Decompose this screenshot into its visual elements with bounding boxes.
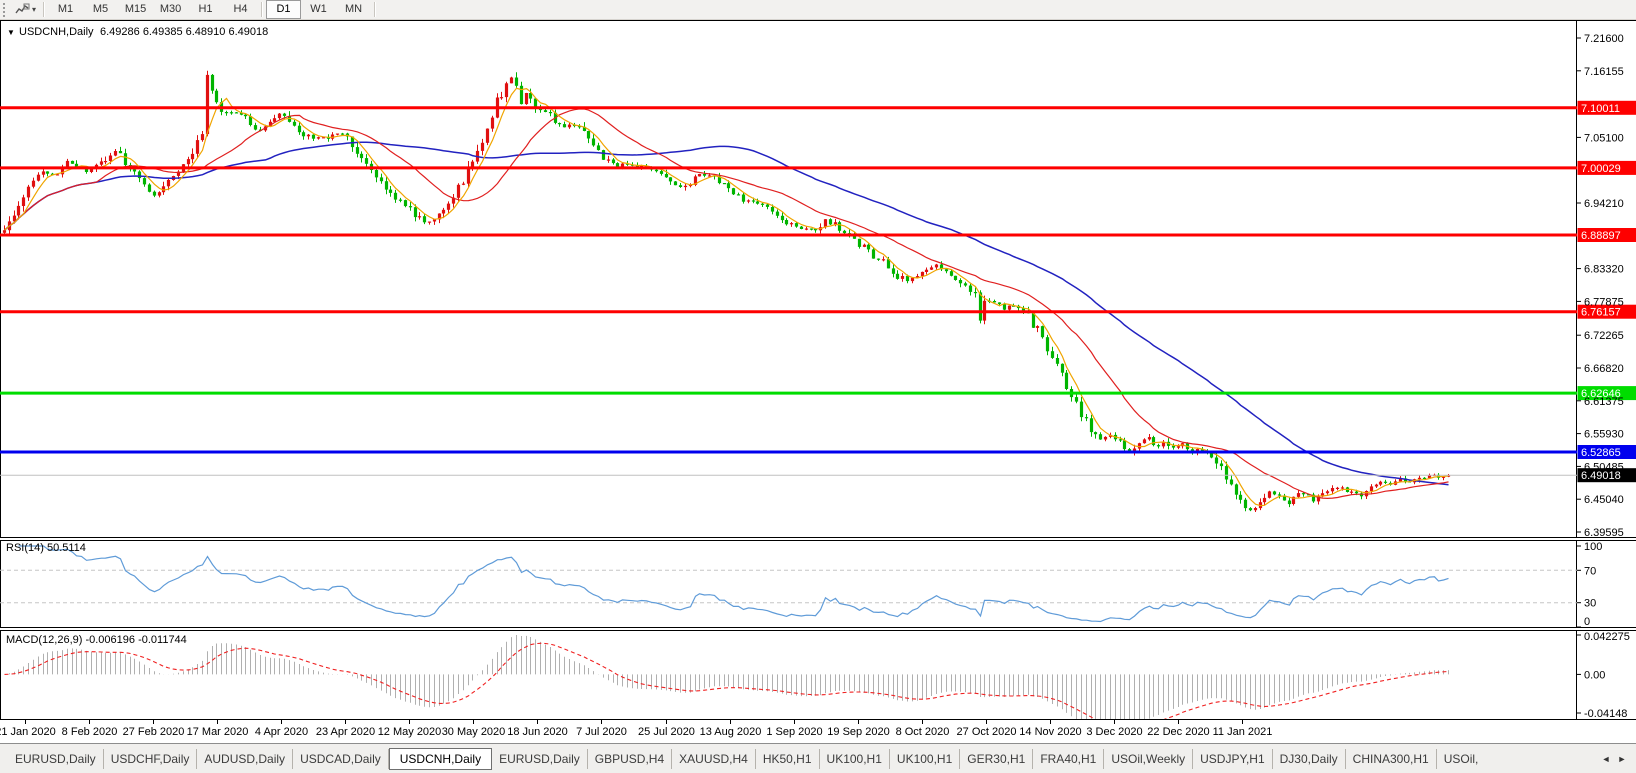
chart-ohlc-values: 6.49286 6.49385 6.48910 6.49018 bbox=[100, 26, 268, 38]
moving-averages-layer bbox=[4, 87, 1449, 507]
tab-dj30-daily[interactable]: DJ30,Daily bbox=[1273, 749, 1346, 769]
tab-usoil-weekly[interactable]: USOil,Weekly bbox=[1104, 749, 1194, 769]
tab-scroll-left-icon[interactable]: ◄ bbox=[1598, 754, 1614, 764]
price-tick-label: 7.05100 bbox=[1584, 132, 1624, 144]
price-tick-label: 6.72265 bbox=[1584, 330, 1624, 342]
price-tick-label: 6.45040 bbox=[1584, 494, 1624, 506]
date-label: 19 Sep 2020 bbox=[827, 726, 889, 738]
chart-canvas[interactable]: 7.100117.000296.888976.761576.626466.528… bbox=[0, 0, 1636, 743]
date-label: 8 Feb 2020 bbox=[62, 726, 118, 738]
price-tick-label: 7.16155 bbox=[1584, 66, 1624, 78]
svg-text:6.76157: 6.76157 bbox=[1581, 307, 1621, 319]
date-label: 8 Oct 2020 bbox=[896, 726, 950, 738]
svg-text:7.00029: 7.00029 bbox=[1581, 163, 1621, 175]
chart-tab-strip: EURUSD,Daily USDCHF,Daily AUDUSD,Daily USDC… bbox=[0, 744, 1594, 773]
date-label: 30 May 2020 bbox=[442, 726, 506, 738]
tab-china300-h1[interactable]: CHINA300,H1 bbox=[1346, 749, 1437, 769]
macd-tick-label: 0.00 bbox=[1584, 669, 1605, 681]
macd-tick-label: -0.04148 bbox=[1584, 708, 1627, 720]
price-label-7.00029[interactable]: 7.00029 bbox=[1577, 160, 1636, 175]
tab-usoil-[interactable]: USOil, bbox=[1437, 749, 1486, 769]
tab-audusd-daily[interactable]: AUDUSD,Daily bbox=[197, 749, 294, 769]
tab-gbpusd-h4[interactable]: GBPUSD,H4 bbox=[588, 749, 673, 769]
price-tick-label: 6.77875 bbox=[1584, 296, 1624, 308]
date-label: 4 Apr 2020 bbox=[255, 726, 308, 738]
date-label: 12 May 2020 bbox=[378, 726, 442, 738]
rsi-tick-label: 0 bbox=[1584, 616, 1590, 628]
svg-text:7.10011: 7.10011 bbox=[1581, 103, 1620, 115]
svg-text:6.88897: 6.88897 bbox=[1581, 230, 1621, 242]
date-label: 3 Dec 2020 bbox=[1086, 726, 1142, 738]
date-label: 18 Jun 2020 bbox=[507, 726, 568, 738]
tab-usdcad-daily[interactable]: USDCAD,Daily bbox=[293, 749, 389, 769]
price-label-6.88897[interactable]: 6.88897 bbox=[1577, 228, 1636, 242]
tab-scroll-right-icon[interactable]: ► bbox=[1614, 754, 1630, 764]
tab-uk100-h1[interactable]: UK100,H1 bbox=[820, 749, 890, 769]
rsi-tick-label: 30 bbox=[1584, 598, 1596, 610]
macd-tick-label: 0.042275 bbox=[1584, 631, 1630, 643]
price-tick-label: 6.50485 bbox=[1584, 461, 1624, 473]
date-label: 22 Dec 2020 bbox=[1147, 726, 1209, 738]
date-label: 14 Nov 2020 bbox=[1019, 726, 1081, 738]
tab-scroll-arrows: ◄ ► bbox=[1594, 744, 1636, 773]
svg-text:6.52865: 6.52865 bbox=[1581, 447, 1621, 459]
price-tick-label: 6.61375 bbox=[1584, 396, 1624, 408]
tab-usdcnh-daily[interactable]: USDCNH,Daily bbox=[388, 748, 493, 770]
rsi-tick-label: 100 bbox=[1584, 541, 1602, 553]
tab-xauusd-h4[interactable]: XAUUSD,H4 bbox=[672, 749, 756, 769]
tab-uk100-h1[interactable]: UK100,H1 bbox=[890, 749, 961, 769]
price-label-7.10011[interactable]: 7.10011 bbox=[1577, 100, 1636, 115]
price-label-6.52865[interactable]: 6.52865 bbox=[1577, 445, 1636, 459]
price-axis[interactable]: 7.21600 7.16155 7.05100 6.94210 6.83320 6.778… bbox=[1577, 33, 1630, 720]
tab-hk50-h1[interactable]: HK50,H1 bbox=[756, 749, 820, 769]
date-label: 17 Mar 2020 bbox=[187, 726, 249, 738]
mt4-window: ▾ M1 M5 M15 M30 H1 H4 D1 W1 MN 7.10011 7.00029 6.… bbox=[0, 0, 1636, 773]
date-label: 1 Sep 2020 bbox=[766, 726, 822, 738]
date-label: 25 Jul 2020 bbox=[638, 726, 695, 738]
horizontal-levels-layer: 7.100117.000296.888976.761576.626466.528… bbox=[0, 100, 1636, 483]
candles-layer bbox=[2, 70, 1451, 512]
date-label: 21 Jan 2020 bbox=[0, 726, 56, 738]
chart-tab-bar: EURUSD,Daily USDCHF,Daily AUDUSD,Daily USDC… bbox=[0, 743, 1636, 773]
date-label: 23 Apr 2020 bbox=[316, 726, 375, 738]
price-tick-label: 7.21600 bbox=[1584, 33, 1624, 45]
date-label: 27 Oct 2020 bbox=[957, 726, 1017, 738]
tab-usdjpy-h1[interactable]: USDJPY,H1 bbox=[1193, 749, 1273, 769]
rsi-tick-label: 70 bbox=[1584, 565, 1596, 577]
chart-collapse-icon[interactable]: ▼ bbox=[7, 28, 15, 37]
macd-indicator-label: MACD(12,26,9) -0.006196 -0.011744 bbox=[6, 634, 187, 646]
price-tick-label: 6.66820 bbox=[1584, 363, 1624, 375]
date-label: 11 Jan 2021 bbox=[1213, 726, 1273, 738]
tab-fra40-h1[interactable]: FRA40,H1 bbox=[1033, 749, 1105, 769]
pane-borders bbox=[0, 20, 1636, 720]
price-tick-label: 6.39595 bbox=[1584, 527, 1624, 539]
date-label: 13 Aug 2020 bbox=[700, 726, 762, 738]
rsi-line bbox=[18, 545, 1449, 623]
price-tick-label: 6.55930 bbox=[1584, 429, 1624, 441]
date-label: 27 Feb 2020 bbox=[123, 726, 185, 738]
chart-title: USDCNH,Daily bbox=[19, 26, 94, 38]
tab-eurusd-daily[interactable]: EURUSD,Daily bbox=[492, 749, 588, 769]
tab-ger30-h1[interactable]: GER30,H1 bbox=[960, 749, 1034, 769]
tab-eurusd-daily[interactable]: EURUSD,Daily bbox=[8, 749, 104, 769]
rsi-pane bbox=[0, 545, 1577, 623]
date-axis[interactable]: 21 Jan 2020 8 Feb 2020 27 Feb 2020 17 Mar 2… bbox=[0, 719, 1273, 739]
tab-usdchf-daily[interactable]: USDCHF,Daily bbox=[104, 749, 198, 769]
price-tick-label: 6.83320 bbox=[1584, 264, 1624, 276]
rsi-indicator-label: RSI(14) 50.5114 bbox=[6, 542, 86, 554]
date-label: 7 Jul 2020 bbox=[576, 726, 627, 738]
macd-pane bbox=[4, 635, 1449, 719]
price-tick-label: 6.94210 bbox=[1584, 198, 1624, 210]
